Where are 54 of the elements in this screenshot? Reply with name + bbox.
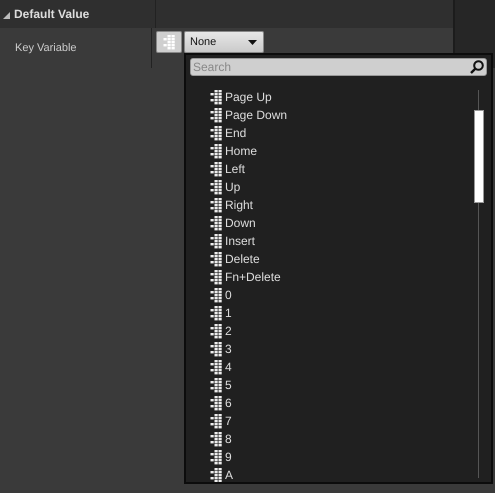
key-icon [210, 288, 223, 302]
key-icon [210, 126, 223, 140]
key-icon [210, 468, 223, 482]
key-option[interactable]: Page Down [210, 106, 474, 124]
key-option[interactable]: A [210, 466, 474, 482]
caret-icon [248, 40, 257, 44]
collapse-triangle-icon[interactable] [3, 12, 10, 18]
key-option[interactable]: End [210, 124, 474, 142]
key-option[interactable]: 2 [210, 322, 474, 340]
key-option[interactable]: 6 [210, 394, 474, 412]
key-dropdown[interactable]: None [184, 31, 264, 53]
key-icon [210, 180, 223, 194]
key-option[interactable]: 9 [210, 448, 474, 466]
scrollbar-thumb[interactable] [474, 110, 484, 203]
key-option[interactable]: 0 [210, 286, 474, 304]
key-icon [210, 198, 223, 212]
key-icon [210, 360, 223, 374]
key-option[interactable]: Fn+Delete [210, 268, 474, 286]
key-icon [210, 252, 223, 266]
key-icon [210, 378, 223, 392]
key-option[interactable]: Left [210, 160, 474, 178]
key-option[interactable]: Down [210, 214, 474, 232]
key-option[interactable]: Up [210, 178, 474, 196]
key-option[interactable]: 8 [210, 430, 474, 448]
search-icon [470, 60, 484, 74]
key-icon [210, 216, 223, 230]
key-icon [210, 144, 223, 158]
key-option[interactable]: 3 [210, 340, 474, 358]
key-icon [162, 34, 176, 50]
property-label: Key Variable [15, 42, 77, 54]
key-option[interactable]: Insert [210, 232, 474, 250]
key-icon [210, 306, 223, 320]
section-title: Default Value [14, 7, 90, 21]
key-option[interactable]: 5 [210, 376, 474, 394]
key-icon [210, 450, 223, 464]
key-icon [210, 234, 223, 248]
key-icon [210, 270, 223, 284]
key-icon [210, 342, 223, 356]
key-icon [210, 90, 223, 104]
key-icon [210, 396, 223, 410]
search-field[interactable]: Search [190, 58, 487, 76]
key-option[interactable]: Delete [210, 250, 474, 268]
key-option[interactable]: 4 [210, 358, 474, 376]
key-icon [210, 108, 223, 122]
key-option[interactable]: Page Up [210, 88, 474, 106]
key-icon [210, 324, 223, 338]
key-option[interactable]: 7 [210, 412, 474, 430]
key-icon [210, 162, 223, 176]
key-option[interactable]: Right [210, 196, 474, 214]
key-option[interactable]: 1 [210, 304, 474, 322]
key-picker-button[interactable] [156, 31, 182, 53]
key-option[interactable]: Home [210, 142, 474, 160]
key-icon [210, 414, 223, 428]
key-icon [210, 432, 223, 446]
